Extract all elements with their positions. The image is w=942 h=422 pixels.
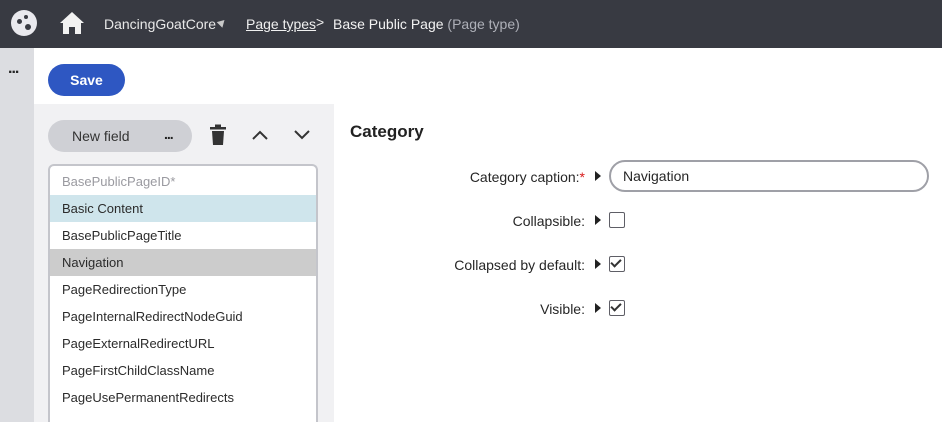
expand-triangle-icon[interactable] xyxy=(595,259,601,269)
list-item[interactable]: BasePublicPageID* xyxy=(50,168,316,195)
list-item[interactable]: Basic Content xyxy=(50,195,316,222)
field-list: BasePublicPageID* Basic Content BasePubl… xyxy=(48,164,318,422)
new-field-button[interactable]: New field ... xyxy=(48,120,192,152)
chevron-down-icon[interactable] xyxy=(292,126,312,144)
checkbox-check-icon xyxy=(610,256,622,268)
list-item[interactable]: PageInternalRedirectNodeGuid xyxy=(50,303,316,330)
checkbox-check-icon xyxy=(610,300,622,312)
expand-triangle-icon[interactable] xyxy=(595,171,601,181)
more-icon[interactable]: ... xyxy=(8,60,19,78)
list-item[interactable]: BasePublicPageTitle xyxy=(50,222,316,249)
chevron-up-icon[interactable] xyxy=(250,126,270,144)
category-caption-label: Category caption:* xyxy=(470,169,585,185)
top-bar: DancingGoatCore Page types > Base Public… xyxy=(0,0,942,48)
breadcrumb-current-name: Base Public Page xyxy=(333,16,444,32)
list-item[interactable]: Navigation xyxy=(50,249,316,276)
list-item[interactable]: PageFirstChildClassName xyxy=(50,357,316,384)
new-field-label: New field xyxy=(72,128,130,144)
breadcrumb-page-types[interactable]: Page types xyxy=(246,16,316,32)
list-item[interactable]: PageExternalRedirectURL xyxy=(50,330,316,357)
section-title: Category xyxy=(350,122,424,141)
expand-triangle-icon[interactable] xyxy=(595,303,601,313)
expand-triangle-icon[interactable] xyxy=(595,215,601,225)
required-mark: * xyxy=(579,169,585,185)
visible-label: Visible: xyxy=(540,301,585,317)
category-caption-input[interactable] xyxy=(609,160,929,192)
app-logo-icon[interactable] xyxy=(11,10,37,36)
collapsible-label: Collapsible: xyxy=(512,213,585,229)
site-caret-icon[interactable] xyxy=(216,17,228,28)
left-rail: ... xyxy=(0,48,34,422)
breadcrumb-current: Base Public Page (Page type) xyxy=(333,16,520,32)
visible-checkbox[interactable] xyxy=(609,300,625,316)
breadcrumb-current-type: (Page type) xyxy=(447,16,520,32)
collapsible-checkbox[interactable] xyxy=(609,212,625,228)
new-field-more-icon[interactable]: ... xyxy=(164,126,174,142)
list-item[interactable]: PageRedirectionType xyxy=(50,276,316,303)
collapsed-by-default-checkbox[interactable] xyxy=(609,256,625,272)
site-selector[interactable]: DancingGoatCore xyxy=(104,16,216,32)
list-item[interactable]: PageUsePermanentRedirects xyxy=(50,384,316,411)
breadcrumb-separator-icon: > xyxy=(316,14,325,30)
collapsed-by-default-label: Collapsed by default: xyxy=(454,257,585,273)
save-button[interactable]: Save xyxy=(48,64,125,96)
category-caption-label-text: Category caption: xyxy=(469,169,580,185)
trash-icon[interactable] xyxy=(208,124,228,146)
home-icon[interactable] xyxy=(58,10,86,36)
